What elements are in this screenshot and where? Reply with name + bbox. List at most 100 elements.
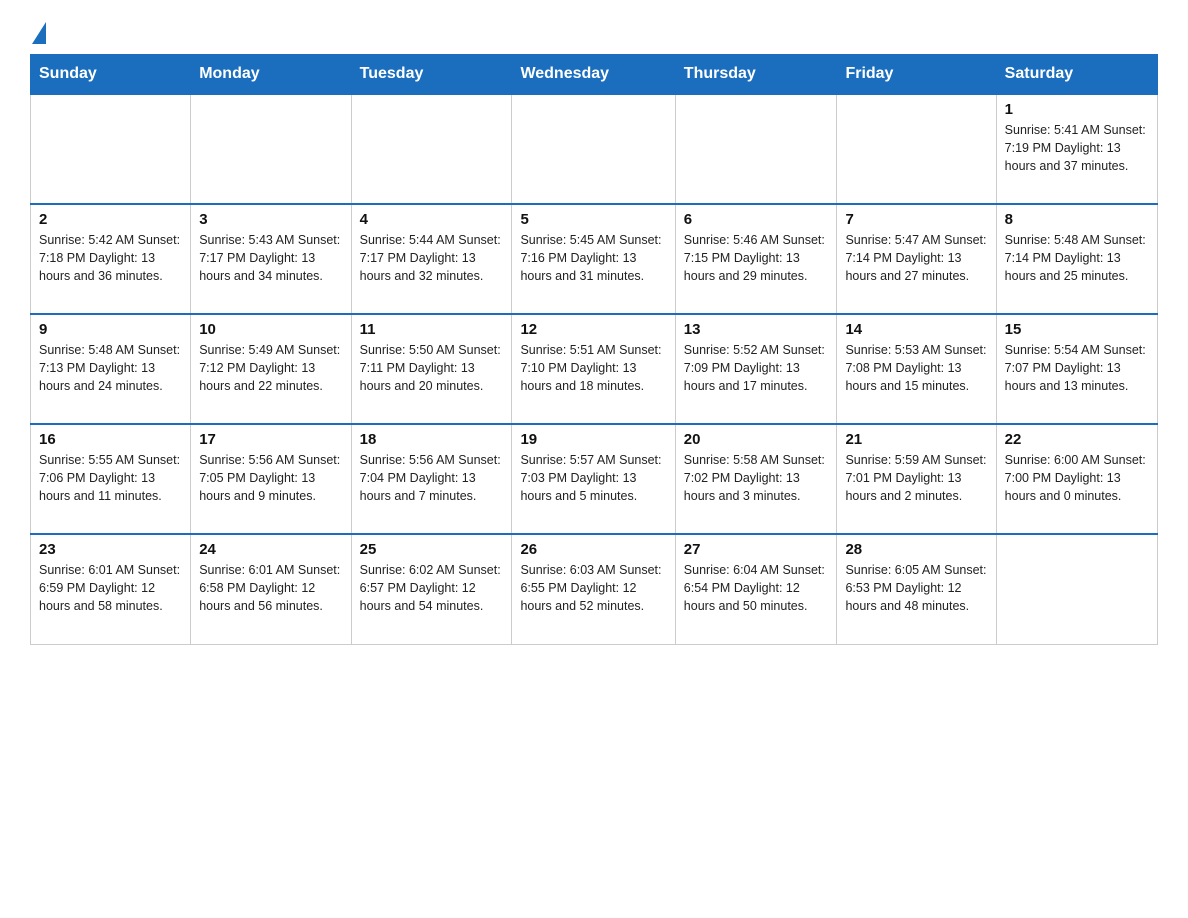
calendar-day-cell: 28Sunrise: 6:05 AM Sunset: 6:53 PM Dayli…: [837, 534, 996, 644]
calendar-day-cell: [675, 94, 837, 204]
day-number: 16: [39, 431, 182, 448]
day-info: Sunrise: 5:49 AM Sunset: 7:12 PM Dayligh…: [199, 341, 342, 395]
header-row: SundayMondayTuesdayWednesdayThursdayFrid…: [31, 55, 1158, 95]
day-number: 8: [1005, 211, 1149, 228]
calendar-day-cell: [191, 94, 351, 204]
day-of-week-header: Monday: [191, 55, 351, 95]
day-info: Sunrise: 5:57 AM Sunset: 7:03 PM Dayligh…: [520, 451, 666, 505]
calendar-day-cell: 11Sunrise: 5:50 AM Sunset: 7:11 PM Dayli…: [351, 314, 512, 424]
day-number: 10: [199, 321, 342, 338]
day-number: 2: [39, 211, 182, 228]
calendar-table: SundayMondayTuesdayWednesdayThursdayFrid…: [30, 54, 1158, 645]
calendar-day-cell: 27 Sunrise: 6:04 AM Sunset: 6:54 PM Dayli…: [675, 534, 837, 644]
calendar-day-cell: 2 Sunrise: 5:42 AM Sunset: 7:18 PM Daylig…: [31, 204, 191, 314]
day-info: Sunrise: 6:01 AM Sunset: 6:59 PM Dayligh…: [39, 561, 182, 615]
day-info: Sunrise: 5:43 AM Sunset: 7:17 PM Dayligh…: [199, 231, 342, 285]
calendar-day-cell: 22 Sunrise: 6:00 AM Sunset: 7:00 PM Dayli…: [996, 424, 1157, 534]
calendar-day-cell: 4Sunrise: 5:44 AM Sunset: 7:17 PM Daylig…: [351, 204, 512, 314]
day-of-week-header: Saturday: [996, 55, 1157, 95]
calendar-day-cell: [31, 94, 191, 204]
day-info: Sunrise: 5:56 AM Sunset: 7:04 PM Dayligh…: [360, 451, 504, 505]
day-info: Sunrise: 5:44 AM Sunset: 7:17 PM Dayligh…: [360, 231, 504, 285]
calendar-week-row: 9 Sunrise: 5:48 AM Sunset: 7:13 PM Daylig…: [31, 314, 1158, 424]
day-number: 18: [360, 431, 504, 448]
calendar-week-row: 23 Sunrise: 6:01 AM Sunset: 6:59 PM Dayli…: [31, 534, 1158, 644]
day-info: Sunrise: 5:54 AM Sunset: 7:07 PM Dayligh…: [1005, 341, 1149, 395]
calendar-day-cell: 17 Sunrise: 5:56 AM Sunset: 7:05 PM Dayli…: [191, 424, 351, 534]
day-info: Sunrise: 5:48 AM Sunset: 7:13 PM Dayligh…: [39, 341, 182, 395]
day-number: 5: [520, 211, 666, 228]
calendar-day-cell: 18 Sunrise: 5:56 AM Sunset: 7:04 PM Dayli…: [351, 424, 512, 534]
calendar-week-row: 16 Sunrise: 5:55 AM Sunset: 7:06 PM Dayli…: [31, 424, 1158, 534]
calendar-day-cell: 7Sunrise: 5:47 AM Sunset: 7:14 PM Daylig…: [837, 204, 996, 314]
day-number: 13: [684, 321, 829, 338]
day-info: Sunrise: 6:00 AM Sunset: 7:00 PM Dayligh…: [1005, 451, 1149, 505]
day-number: 1: [1005, 101, 1149, 118]
day-of-week-header: Sunday: [31, 55, 191, 95]
day-info: Sunrise: 6:02 AM Sunset: 6:57 PM Dayligh…: [360, 561, 504, 615]
calendar-body: 1 Sunrise: 5:41 AM Sunset: 7:19 PM Daylig…: [31, 94, 1158, 644]
day-info: Sunrise: 5:59 AM Sunset: 7:01 PM Dayligh…: [845, 451, 987, 505]
day-of-week-header: Friday: [837, 55, 996, 95]
calendar-day-cell: 6 Sunrise: 5:46 AM Sunset: 7:15 PM Daylig…: [675, 204, 837, 314]
day-info: Sunrise: 5:56 AM Sunset: 7:05 PM Dayligh…: [199, 451, 342, 505]
day-info: Sunrise: 6:03 AM Sunset: 6:55 PM Dayligh…: [520, 561, 666, 615]
calendar-week-row: 2 Sunrise: 5:42 AM Sunset: 7:18 PM Daylig…: [31, 204, 1158, 314]
calendar-day-cell: 26 Sunrise: 6:03 AM Sunset: 6:55 PM Dayli…: [512, 534, 675, 644]
day-number: 14: [845, 321, 987, 338]
day-info: Sunrise: 5:53 AM Sunset: 7:08 PM Dayligh…: [845, 341, 987, 395]
day-info: Sunrise: 5:55 AM Sunset: 7:06 PM Dayligh…: [39, 451, 182, 505]
day-number: 25: [360, 541, 504, 558]
calendar-day-cell: 13 Sunrise: 5:52 AM Sunset: 7:09 PM Dayli…: [675, 314, 837, 424]
calendar-day-cell: 10 Sunrise: 5:49 AM Sunset: 7:12 PM Dayli…: [191, 314, 351, 424]
logo: [30, 20, 46, 44]
day-of-week-header: Wednesday: [512, 55, 675, 95]
calendar-day-cell: 24 Sunrise: 6:01 AM Sunset: 6:58 PM Dayli…: [191, 534, 351, 644]
day-number: 9: [39, 321, 182, 338]
day-info: Sunrise: 5:41 AM Sunset: 7:19 PM Dayligh…: [1005, 121, 1149, 175]
calendar-day-cell: [996, 534, 1157, 644]
calendar-day-cell: 9 Sunrise: 5:48 AM Sunset: 7:13 PM Daylig…: [31, 314, 191, 424]
calendar-day-cell: 16 Sunrise: 5:55 AM Sunset: 7:06 PM Dayli…: [31, 424, 191, 534]
calendar-day-cell: 1 Sunrise: 5:41 AM Sunset: 7:19 PM Daylig…: [996, 94, 1157, 204]
calendar-day-cell: [837, 94, 996, 204]
calendar-day-cell: 12 Sunrise: 5:51 AM Sunset: 7:10 PM Dayli…: [512, 314, 675, 424]
calendar-day-cell: 25 Sunrise: 6:02 AM Sunset: 6:57 PM Dayli…: [351, 534, 512, 644]
calendar-day-cell: 3 Sunrise: 5:43 AM Sunset: 7:17 PM Daylig…: [191, 204, 351, 314]
calendar-header: SundayMondayTuesdayWednesdayThursdayFrid…: [31, 55, 1158, 95]
day-info: Sunrise: 5:52 AM Sunset: 7:09 PM Dayligh…: [684, 341, 829, 395]
day-number: 3: [199, 211, 342, 228]
day-info: Sunrise: 6:05 AM Sunset: 6:53 PM Dayligh…: [845, 561, 987, 615]
day-number: 20: [684, 431, 829, 448]
day-info: Sunrise: 6:04 AM Sunset: 6:54 PM Dayligh…: [684, 561, 829, 615]
calendar-day-cell: [512, 94, 675, 204]
day-number: 22: [1005, 431, 1149, 448]
calendar-week-row: 1 Sunrise: 5:41 AM Sunset: 7:19 PM Daylig…: [31, 94, 1158, 204]
day-of-week-header: Tuesday: [351, 55, 512, 95]
day-info: Sunrise: 5:58 AM Sunset: 7:02 PM Dayligh…: [684, 451, 829, 505]
calendar-day-cell: [351, 94, 512, 204]
day-number: 27: [684, 541, 829, 558]
calendar-day-cell: 20 Sunrise: 5:58 AM Sunset: 7:02 PM Dayli…: [675, 424, 837, 534]
day-info: Sunrise: 5:51 AM Sunset: 7:10 PM Dayligh…: [520, 341, 666, 395]
calendar-day-cell: 8 Sunrise: 5:48 AM Sunset: 7:14 PM Daylig…: [996, 204, 1157, 314]
day-number: 23: [39, 541, 182, 558]
day-info: Sunrise: 5:42 AM Sunset: 7:18 PM Dayligh…: [39, 231, 182, 285]
day-number: 6: [684, 211, 829, 228]
day-number: 26: [520, 541, 666, 558]
day-info: Sunrise: 6:01 AM Sunset: 6:58 PM Dayligh…: [199, 561, 342, 615]
day-number: 21: [845, 431, 987, 448]
day-number: 15: [1005, 321, 1149, 338]
calendar-day-cell: 21 Sunrise: 5:59 AM Sunset: 7:01 PM Dayli…: [837, 424, 996, 534]
day-info: Sunrise: 5:47 AM Sunset: 7:14 PM Dayligh…: [845, 231, 987, 285]
calendar-day-cell: 15 Sunrise: 5:54 AM Sunset: 7:07 PM Dayli…: [996, 314, 1157, 424]
day-number: 24: [199, 541, 342, 558]
day-info: Sunrise: 5:45 AM Sunset: 7:16 PM Dayligh…: [520, 231, 666, 285]
day-number: 17: [199, 431, 342, 448]
calendar-day-cell: 5 Sunrise: 5:45 AM Sunset: 7:16 PM Daylig…: [512, 204, 675, 314]
day-info: Sunrise: 5:50 AM Sunset: 7:11 PM Dayligh…: [360, 341, 504, 395]
day-info: Sunrise: 5:46 AM Sunset: 7:15 PM Dayligh…: [684, 231, 829, 285]
day-number: 12: [520, 321, 666, 338]
day-info: Sunrise: 5:48 AM Sunset: 7:14 PM Dayligh…: [1005, 231, 1149, 285]
day-number: 19: [520, 431, 666, 448]
